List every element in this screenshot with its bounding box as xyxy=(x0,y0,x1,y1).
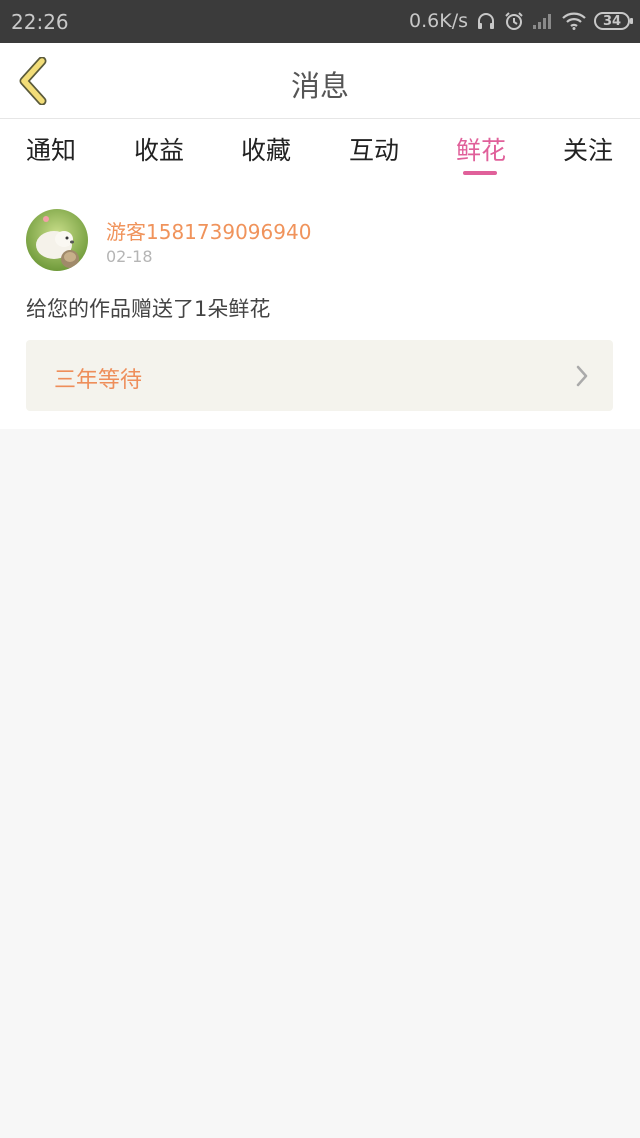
work-title: 三年等待 xyxy=(54,368,143,393)
header: 消息 xyxy=(0,43,640,119)
page-title: 消息 xyxy=(290,69,349,103)
sender-username[interactable]: 游客1581739096940 xyxy=(106,216,311,245)
message-date: 02-18 xyxy=(106,247,153,266)
status-bar: 22:26 0.6K/s 34 xyxy=(0,0,640,43)
status-time: 22:26 xyxy=(11,10,69,34)
alarm-icon xyxy=(504,11,524,31)
tab-interactions[interactable]: 互动 xyxy=(349,131,399,167)
chevron-right-icon xyxy=(575,364,589,392)
tab-earnings[interactable]: 收益 xyxy=(134,131,184,167)
tab-favorites[interactable]: 收藏 xyxy=(241,131,291,167)
wifi-icon xyxy=(562,12,586,30)
tab-flowers[interactable]: 鲜花 xyxy=(456,131,506,167)
tab-bar: 通知 收益 收藏 互动 鲜花 关注 xyxy=(0,119,640,179)
active-tab-indicator xyxy=(463,171,497,175)
tab-notifications[interactable]: 通知 xyxy=(26,131,76,167)
network-speed: 0.6K/s xyxy=(409,10,468,32)
message-text: 给您的作品赠送了1朵鲜花 xyxy=(26,297,271,321)
avatar[interactable] xyxy=(26,209,88,271)
work-link[interactable]: 三年等待 xyxy=(26,340,613,411)
status-icons: 0.6K/s 34 xyxy=(409,8,633,34)
headphones-icon xyxy=(476,11,496,31)
message-item: 游客1581739096940 02-18 给您的作品赠送了1朵鲜花 三年等待 xyxy=(0,179,640,429)
battery-icon: 34 xyxy=(594,12,633,30)
signal-icon xyxy=(532,12,554,30)
tab-follows[interactable]: 关注 xyxy=(563,131,613,167)
